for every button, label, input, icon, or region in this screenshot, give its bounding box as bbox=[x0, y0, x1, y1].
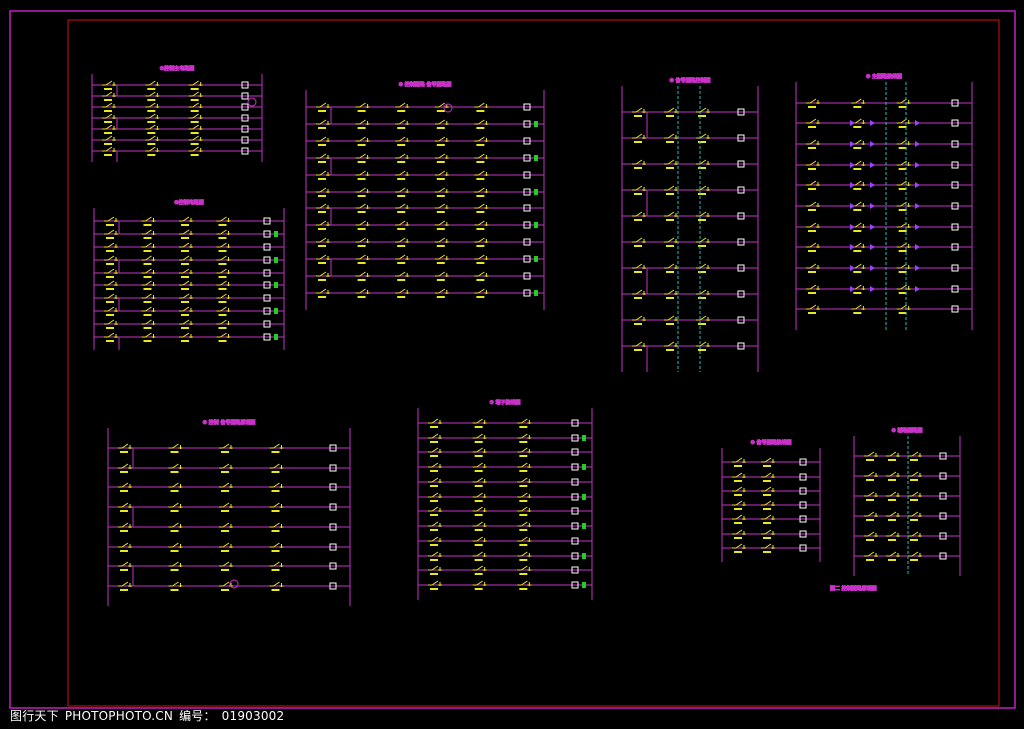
schematic-d6: ⑥ 控制 信号回路原理图 bbox=[107, 419, 351, 606]
footer: 图行天下 PHOTOPHOTO.CN 编号： 01903002 bbox=[10, 707, 290, 724]
schematic-d7: ⑦ 端子接线图 bbox=[417, 399, 593, 600]
schematic-d3: ③ 控制回路 信号回路图 bbox=[305, 81, 545, 310]
brand-text: 图行天下 bbox=[10, 709, 59, 723]
caption-text: 图二 控制回路原理图 bbox=[830, 585, 877, 592]
outer-frame bbox=[9, 10, 1016, 709]
schematic-d1: ①控制主电路图 bbox=[91, 65, 263, 162]
id-value: 01903002 bbox=[221, 709, 285, 723]
diagram-title: ⑥ 控制 信号回路原理图 bbox=[203, 419, 256, 426]
diagram-title: ④ 信号回路控制图 bbox=[669, 77, 710, 84]
diagram-title: ②控制电路图 bbox=[174, 199, 203, 206]
schematic-d8: ⑧ 信号回路接线图 bbox=[721, 439, 821, 562]
diagram-title: ③ 控制回路 信号回路图 bbox=[399, 81, 452, 88]
diagram-title: ⑧ 信号回路接线图 bbox=[750, 439, 791, 446]
schematic-d2: ②控制电路图 bbox=[93, 199, 285, 350]
schematic-d4: ④ 信号回路控制图 bbox=[621, 77, 759, 372]
diagram-title: ⑨ 辅助回路图 bbox=[891, 427, 922, 434]
diagram-title: ⑤ 主回路接线图 bbox=[866, 73, 902, 80]
diagram-title: ①控制主电路图 bbox=[160, 65, 194, 72]
schematic-d9: ⑨ 辅助回路图 bbox=[853, 427, 961, 576]
schematic-d5: ⑤ 主回路接线图 bbox=[795, 73, 973, 330]
id-label: 编号： bbox=[179, 709, 216, 723]
site-text: PHOTOPHOTO.CN bbox=[64, 709, 174, 723]
diagram-title: ⑦ 端子接线图 bbox=[489, 399, 520, 406]
drawing-sheet: ①控制主电路图 ②控制电路图 ③ 控制回路 信号回路图 ④ 信号回路控制图 ⑤ 主回路接… bbox=[9, 10, 1016, 709]
